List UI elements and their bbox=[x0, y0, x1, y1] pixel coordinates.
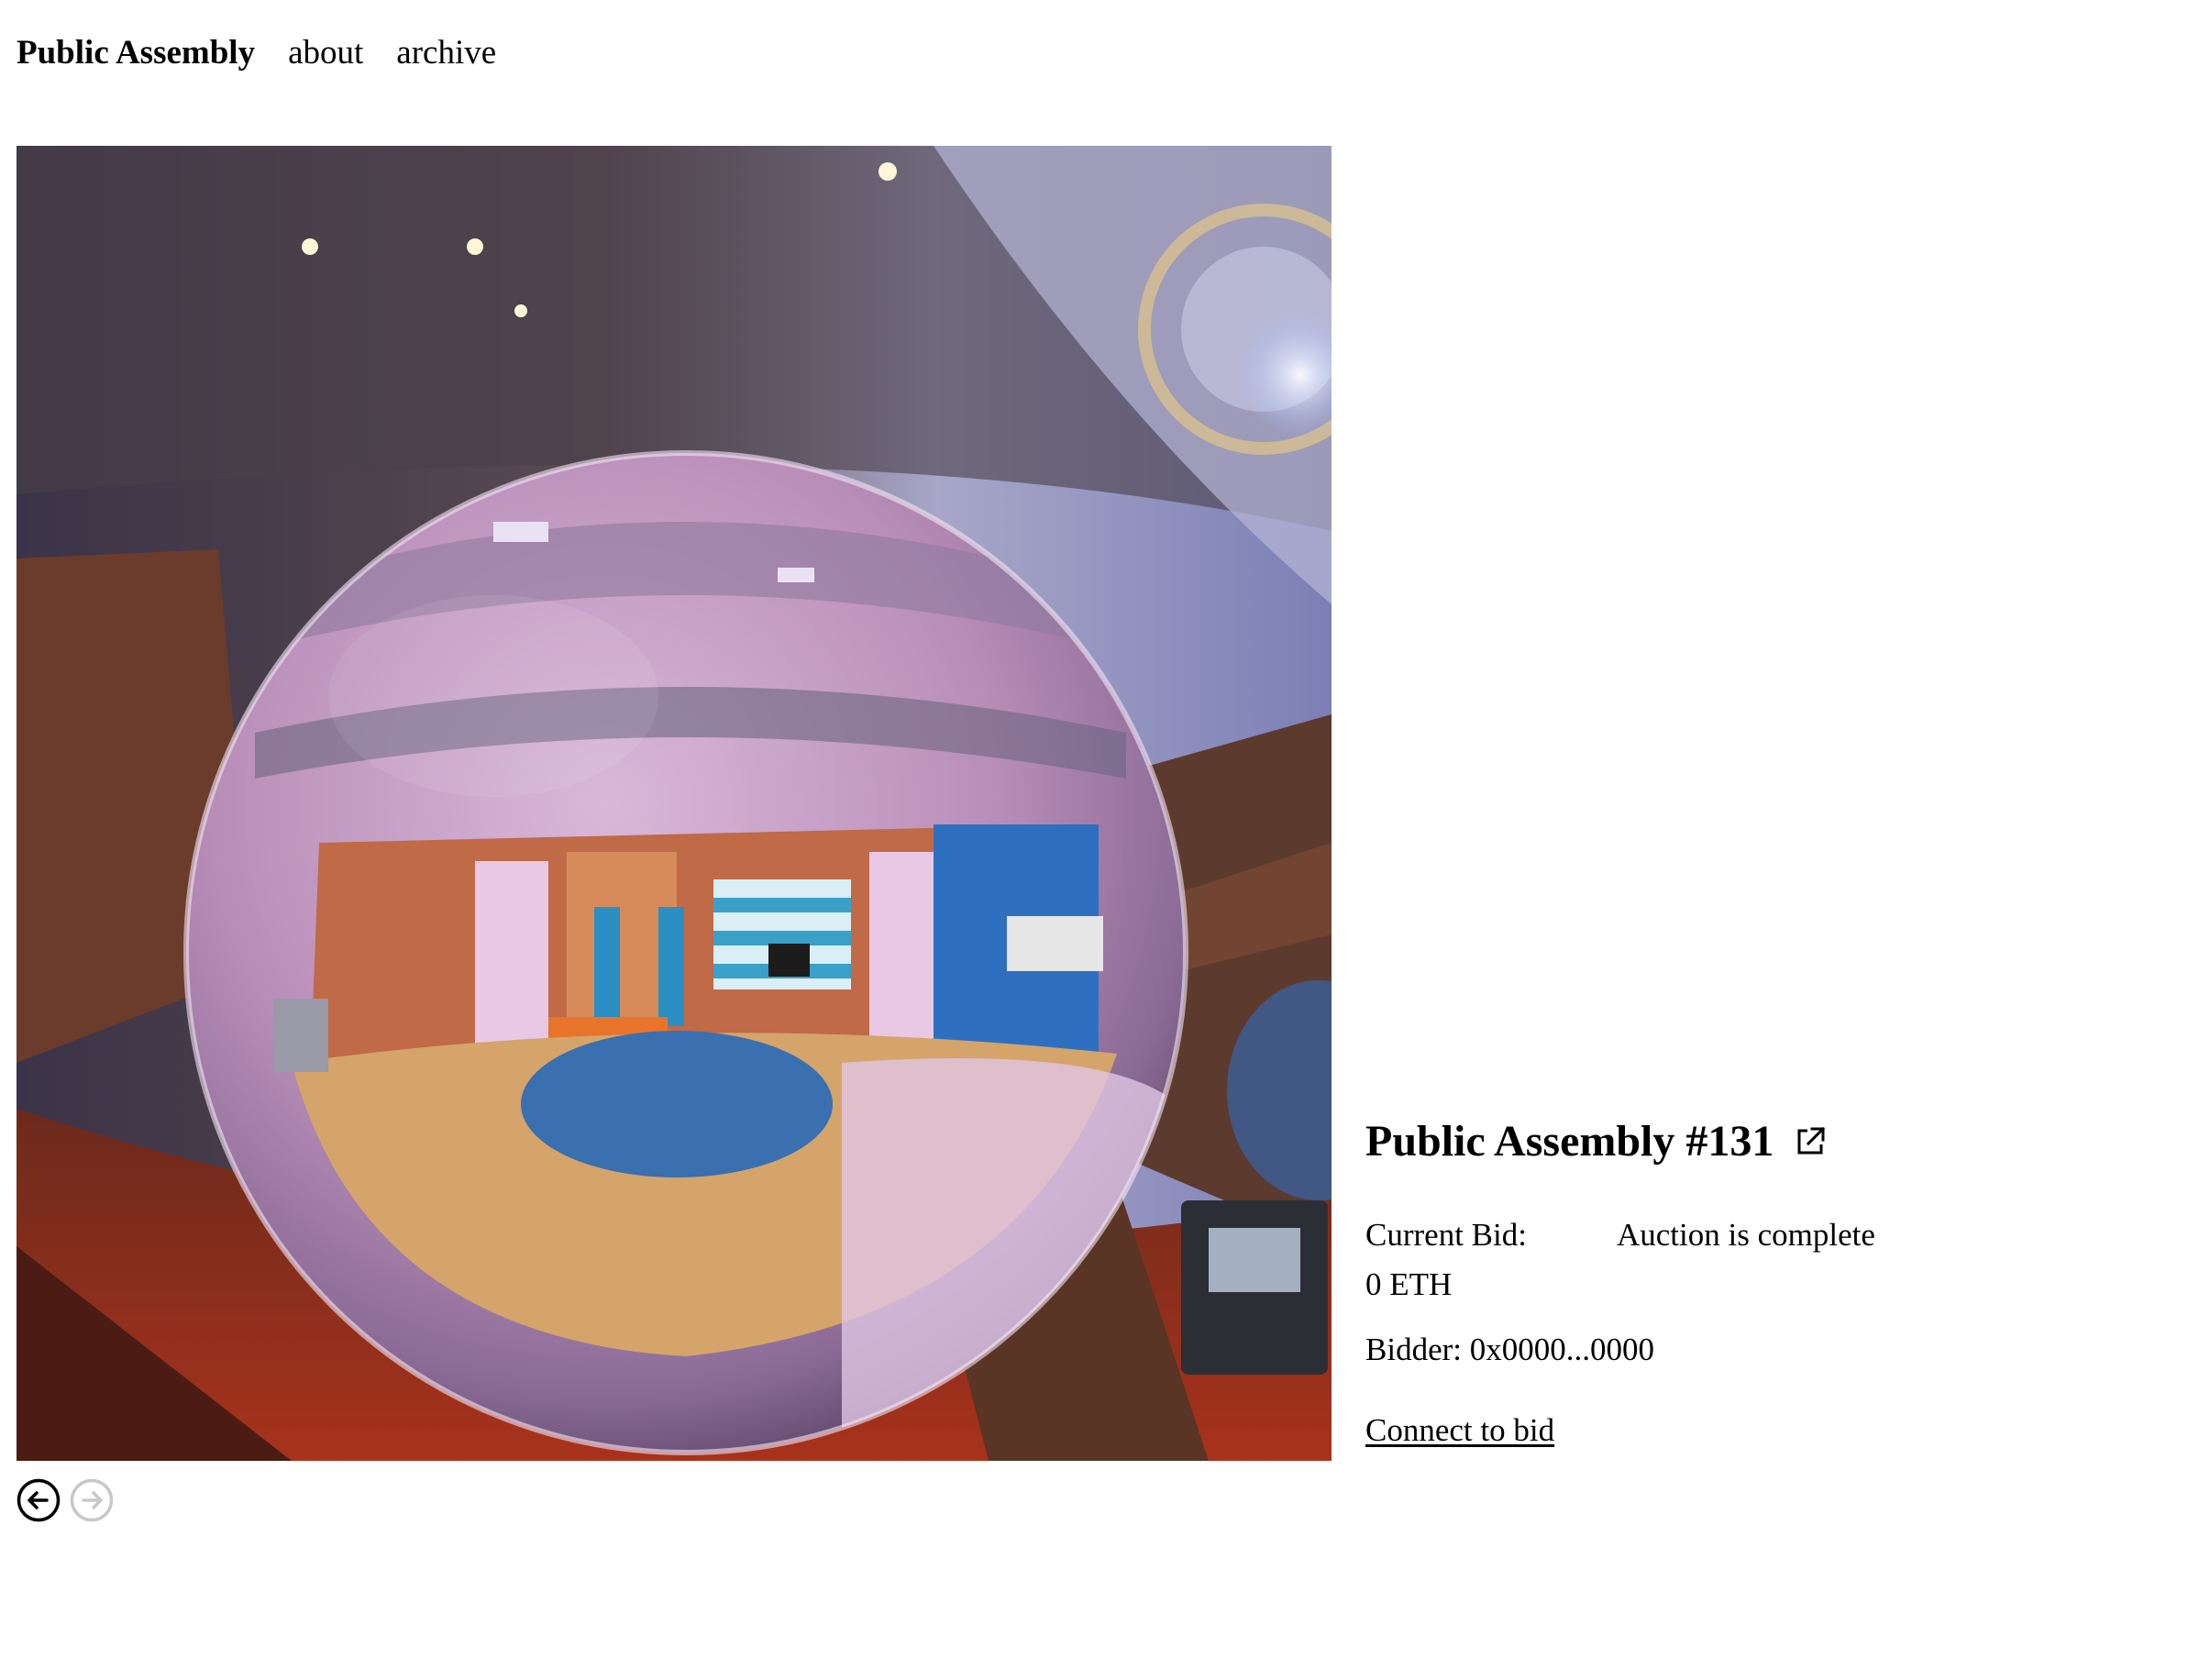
auction-status: Auction is complete bbox=[1617, 1217, 1875, 1253]
auction-info-panel: Public Assembly #131 Current Bid: 0 ETH … bbox=[1365, 1114, 2172, 1453]
top-nav: Public Assembly about archive bbox=[17, 31, 529, 75]
bidder-address: Bidder: 0x0000...0000 bbox=[1365, 1332, 1654, 1367]
current-bid-value: 0 ETH bbox=[1365, 1266, 1453, 1302]
arrow-right-circle-icon[interactable] bbox=[70, 1478, 114, 1522]
current-bid: Current Bid: 0 ETH bbox=[1365, 1210, 1617, 1310]
mirror-sphere-artwork bbox=[17, 146, 1332, 1461]
connect-to-bid-link[interactable]: Connect to bid bbox=[1365, 1408, 1554, 1453]
nav-link-about[interactable]: about bbox=[288, 31, 363, 75]
token-title: Public Assembly #131 bbox=[1365, 1117, 1774, 1166]
current-bid-label: Current Bid: bbox=[1365, 1217, 1527, 1253]
nav-link-archive[interactable]: archive bbox=[396, 31, 496, 75]
brand-link[interactable]: Public Assembly bbox=[17, 31, 255, 75]
external-link-icon[interactable] bbox=[1794, 1125, 1827, 1158]
bid-block: Current Bid: 0 ETH Auction is complete bbox=[1365, 1210, 2172, 1310]
artwork-pager bbox=[17, 1478, 114, 1522]
title-row: Public Assembly #131 bbox=[1365, 1114, 2172, 1169]
artwork-image bbox=[17, 146, 1332, 1461]
arrow-left-circle-icon[interactable] bbox=[17, 1478, 61, 1522]
